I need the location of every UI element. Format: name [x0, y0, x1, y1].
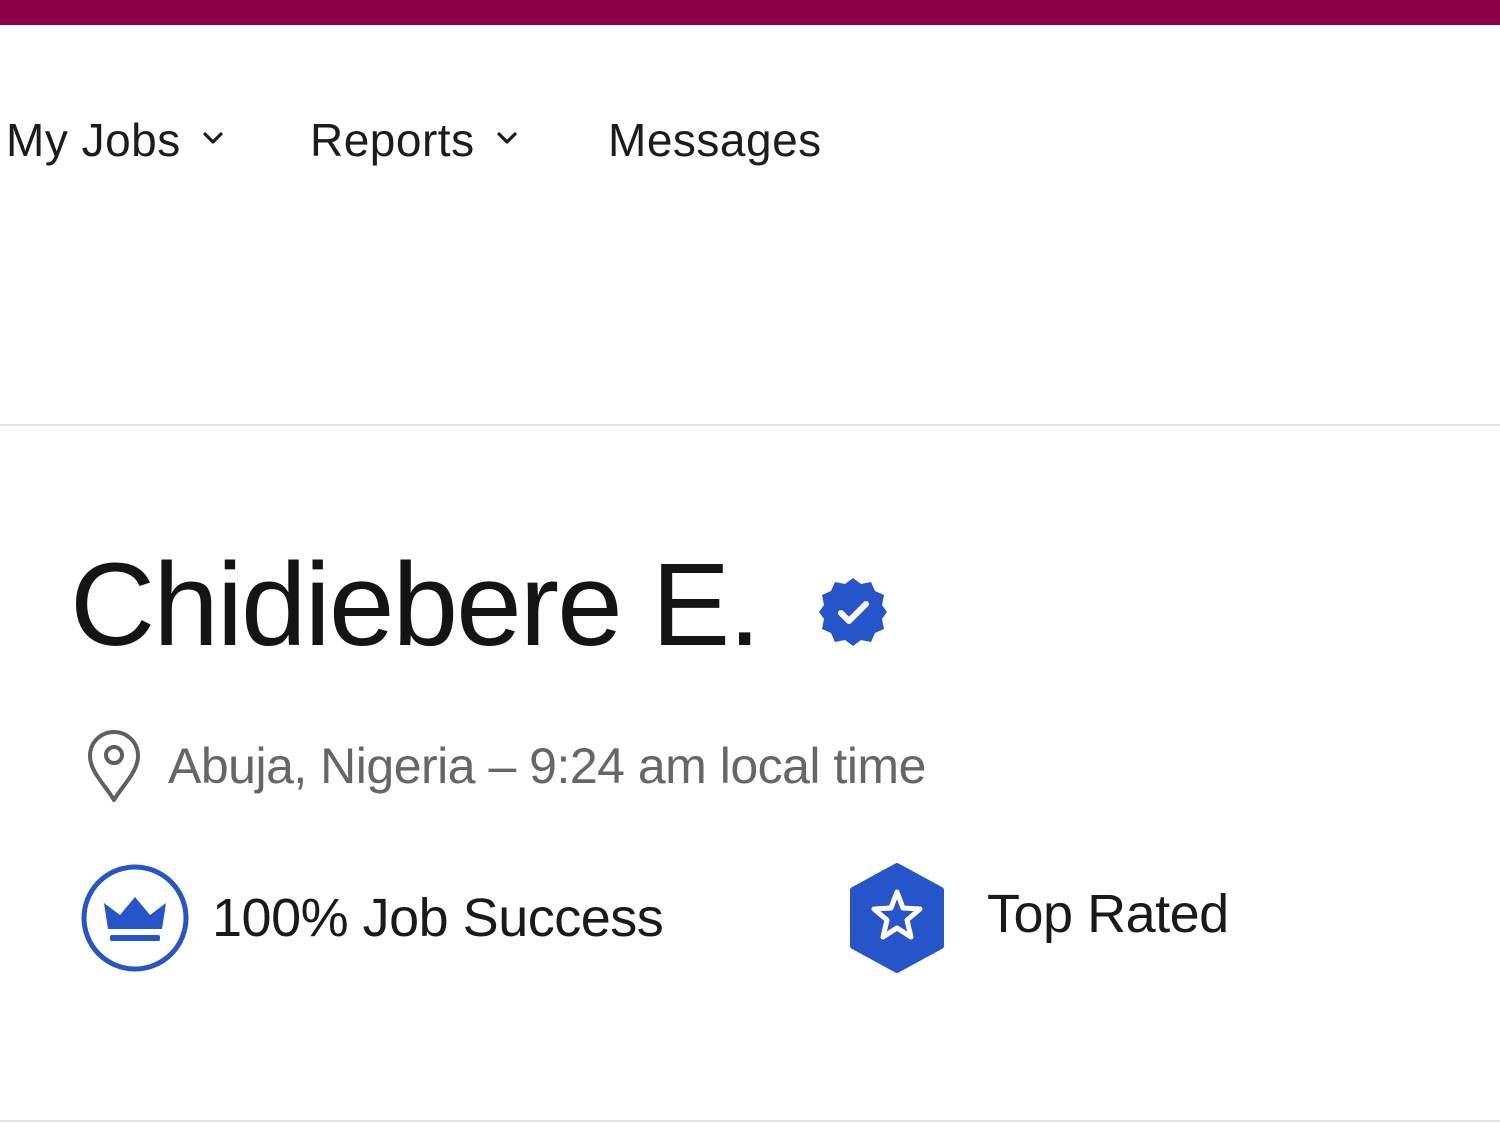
location-text: Abuja, Nigeria – 9:24 am local time [168, 738, 926, 794]
crown-icon [81, 864, 189, 972]
nav-item-my-jobs[interactable]: My Jobs [6, 105, 225, 175]
nav-item-label: My Jobs [6, 114, 181, 166]
location-pin-icon [88, 730, 140, 802]
section-divider [0, 1120, 1500, 1122]
nav-item-label: Reports [310, 114, 475, 166]
verified-badge-icon [818, 578, 887, 646]
top-rated-badge[interactable]: Top Rated [845, 860, 1229, 976]
profile-name: Chidiebere E. [70, 539, 761, 671]
chevron-down-icon [496, 132, 517, 144]
star-hexagon-icon [850, 863, 944, 973]
top-rated-label: Top Rated [987, 884, 1229, 944]
nav-item-reports[interactable]: Reports [310, 105, 519, 175]
brand-top-bar [0, 0, 1500, 25]
nav-item-messages[interactable]: Messages [608, 105, 822, 175]
nav-item-label: Messages [608, 114, 822, 166]
header-divider [0, 424, 1500, 426]
job-success-label: 100% Job Success [212, 888, 664, 948]
chevron-down-icon [203, 132, 223, 144]
job-success-badge[interactable]: 100% Job Success [80, 860, 664, 976]
location-row: Abuja, Nigeria – 9:24 am local time [86, 728, 926, 804]
profile-badges: 100% Job Success Top Rated [80, 860, 1380, 980]
profile-name-row: Chidiebere E. [70, 540, 889, 670]
